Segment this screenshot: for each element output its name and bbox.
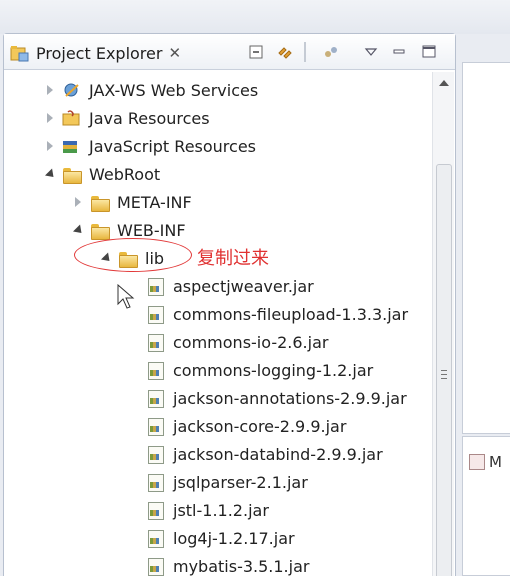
tree-item-jar[interactable]: commons-fileupload-1.3.3.jar xyxy=(146,300,408,328)
scrollbar-thumb[interactable] xyxy=(436,164,452,576)
collapsed-arrow-icon[interactable] xyxy=(44,111,58,125)
jar-icon xyxy=(146,417,166,436)
link-with-editor-icon[interactable] xyxy=(276,43,294,61)
jar-icon xyxy=(146,501,166,520)
tree-item-jar[interactable]: jsqlparser-2.1.jar xyxy=(146,468,308,496)
window-top-bar xyxy=(0,0,510,34)
mouse-pointer-icon xyxy=(117,283,135,314)
close-icon[interactable]: ✕ xyxy=(168,44,181,62)
secondary-view-tab[interactable]: M xyxy=(469,453,502,471)
collapsed-arrow-icon[interactable] xyxy=(44,83,58,97)
view-tab-bar: Project Explorer ✕ xyxy=(4,34,455,70)
secondary-tab-label: M xyxy=(489,453,502,471)
scroll-up-arrow-icon[interactable] xyxy=(439,80,449,86)
tree-item-jar[interactable]: jackson-databind-2.9.9.jar xyxy=(146,440,383,468)
tree-item-java-resources[interactable]: Java Resources xyxy=(44,104,210,132)
jar-icon xyxy=(146,529,166,548)
tree-item-jar[interactable]: jackson-annotations-2.9.9.jar xyxy=(146,384,407,412)
project-explorer-icon xyxy=(10,44,30,62)
jar-icon xyxy=(146,389,166,408)
folder-icon xyxy=(90,193,110,212)
tree-item-label: commons-io-2.6.jar xyxy=(173,332,329,352)
tree-item-jar[interactable]: mybatis-3.5.1.jar xyxy=(146,552,309,576)
tree-item-label: jackson-databind-2.9.9.jar xyxy=(173,444,383,464)
web-services-icon xyxy=(62,81,82,99)
tree-item-jar[interactable]: commons-logging-1.2.jar xyxy=(146,356,373,384)
annotation-text: 复制过来 xyxy=(197,248,269,269)
tree-item-label: commons-logging-1.2.jar xyxy=(173,360,374,380)
project-explorer-tab[interactable]: Project Explorer ✕ xyxy=(10,41,181,65)
jar-icon xyxy=(146,333,166,352)
tree-item-webroot[interactable]: WebRoot xyxy=(44,160,160,188)
vertical-scrollbar[interactable] xyxy=(432,72,454,576)
tree-item-label: commons-fileupload-1.3.3.jar xyxy=(173,304,409,324)
tab-title-label: Project Explorer xyxy=(36,43,163,63)
tree-item-label: META-INF xyxy=(117,192,192,212)
tree-item-javascript-resources[interactable]: JavaScript Resources xyxy=(44,132,256,160)
tree-item-label: aspectjweaver.jar xyxy=(173,276,314,296)
jar-icon xyxy=(146,557,166,576)
javascript-resources-icon xyxy=(62,137,82,155)
tree-item-label: jsqlparser-2.1.jar xyxy=(173,472,308,492)
tree-item-label: jackson-annotations-2.9.9.jar xyxy=(173,388,407,408)
tree-item-jar[interactable]: aspectjweaver.jar xyxy=(146,272,314,300)
toolbar-divider xyxy=(304,42,306,62)
tree-item-label: WEB-INF xyxy=(117,220,186,240)
editor-area xyxy=(462,62,510,434)
jar-icon xyxy=(146,305,166,324)
maximize-icon[interactable] xyxy=(420,43,438,61)
project-explorer-view: Project Explorer ✕ JAX-WS Web Services J… xyxy=(3,33,456,576)
tree-item-jar[interactable]: log4j-1.2.17.jar xyxy=(146,524,295,552)
annotation-ellipse xyxy=(74,238,192,272)
tree-item-meta-inf[interactable]: META-INF xyxy=(72,188,192,216)
jar-icon xyxy=(146,277,166,296)
tree-item-label: JavaScript Resources xyxy=(89,136,256,156)
expanded-arrow-icon[interactable] xyxy=(72,223,86,237)
java-resources-icon xyxy=(62,109,82,127)
jar-icon xyxy=(146,445,166,464)
tree-item-label: jackson-core-2.9.9.jar xyxy=(173,416,347,436)
project-tree: JAX-WS Web Services Java Resources JavaS… xyxy=(4,70,430,576)
filters-icon[interactable] xyxy=(322,43,340,61)
view-icon xyxy=(469,454,485,470)
minimize-icon[interactable] xyxy=(390,43,408,61)
tree-item-label: JAX-WS Web Services xyxy=(89,80,259,100)
collapsed-arrow-icon[interactable] xyxy=(44,139,58,153)
jar-icon xyxy=(146,361,166,380)
tree-item-label: log4j-1.2.17.jar xyxy=(173,528,295,548)
tree-item-jar[interactable]: commons-io-2.6.jar xyxy=(146,328,328,356)
collapse-all-icon[interactable] xyxy=(248,43,266,61)
tree-item-label: Java Resources xyxy=(89,108,210,128)
folder-icon xyxy=(90,221,110,240)
tree-item-jar[interactable]: jackson-core-2.9.9.jar xyxy=(146,412,346,440)
view-menu-icon[interactable] xyxy=(362,43,380,61)
folder-icon xyxy=(62,165,82,184)
tree-item-label: jstl-1.1.2.jar xyxy=(173,500,269,520)
jar-icon xyxy=(146,473,166,492)
tree-item-label: WebRoot xyxy=(89,164,161,184)
tree-item-jar[interactable]: jstl-1.1.2.jar xyxy=(146,496,269,524)
grip-icon xyxy=(441,370,447,379)
tree-item-jax-ws[interactable]: JAX-WS Web Services xyxy=(44,76,258,104)
collapsed-arrow-icon[interactable] xyxy=(72,195,86,209)
tree-item-label: mybatis-3.5.1.jar xyxy=(173,556,310,576)
secondary-view: M xyxy=(462,436,510,576)
expanded-arrow-icon[interactable] xyxy=(44,167,58,181)
